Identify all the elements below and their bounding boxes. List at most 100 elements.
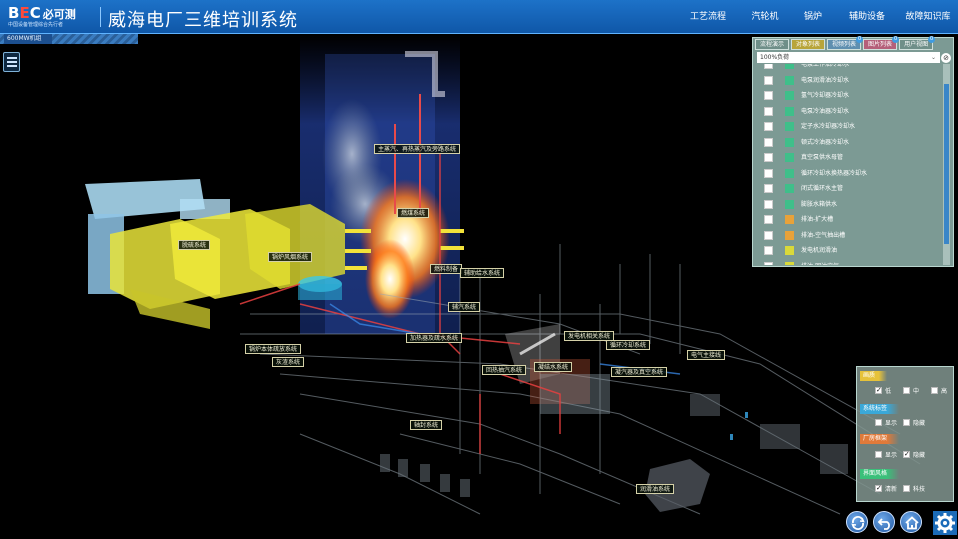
label-closed-cooling[interactable]: 循环冷却系统 bbox=[606, 340, 651, 350]
system-visibility-checkbox[interactable] bbox=[764, 230, 773, 240]
system-list-item[interactable]: 氢气冷却器冷却水 bbox=[757, 88, 943, 104]
settings-checkbox[interactable] bbox=[875, 419, 882, 426]
label-desulfur[interactable]: 脱硫系统 bbox=[178, 240, 211, 250]
system-visibility-checkbox[interactable] bbox=[764, 91, 773, 100]
settings-option-label: 清新 bbox=[885, 486, 898, 493]
tab-user-view[interactable]: 用户视图 0 bbox=[899, 36, 936, 50]
label-lube[interactable]: 润滑油系统 bbox=[636, 484, 675, 494]
label-fuel-prep[interactable]: 燃料制备 bbox=[430, 264, 463, 274]
label-extraction[interactable]: 回热抽汽系统 bbox=[482, 365, 527, 375]
settings-section-title: 画质 bbox=[860, 371, 888, 381]
nav-turbine[interactable]: 汽轮机 bbox=[740, 0, 790, 34]
system-list-item-label: 排油-扩大槽 bbox=[801, 216, 834, 223]
settings-toggle-button[interactable] bbox=[933, 511, 957, 535]
settings-option[interactable]: 低 bbox=[875, 385, 891, 397]
label-condensate[interactable]: 凝结水系统 bbox=[534, 362, 573, 372]
tab-video-list[interactable]: 视频列表 0 bbox=[827, 36, 864, 50]
nav-aux-equipment[interactable]: 辅助设备 bbox=[836, 0, 898, 34]
system-visibility-checkbox[interactable] bbox=[764, 215, 773, 224]
system-list-item[interactable]: 顿式冷油器冷却水 bbox=[757, 135, 943, 151]
label-aux-steam[interactable]: 辅汽系统 bbox=[448, 302, 481, 312]
settings-checkbox[interactable] bbox=[875, 451, 882, 458]
refresh-icon bbox=[851, 516, 865, 530]
settings-checkbox[interactable] bbox=[875, 483, 882, 493]
system-list-item[interactable]: 闭式循环水主管 bbox=[757, 181, 943, 197]
system-visibility-checkbox[interactable] bbox=[764, 137, 773, 147]
settings-option[interactable]: 科技 bbox=[903, 485, 925, 495]
settings-checkbox[interactable] bbox=[903, 449, 910, 459]
back-button[interactable] bbox=[873, 511, 895, 533]
system-visibility-checkbox[interactable] bbox=[764, 246, 773, 255]
system-list-item-label: 电泵工作油冷却水 bbox=[801, 64, 850, 68]
settings-option[interactable]: 中 bbox=[903, 387, 919, 397]
settings-option[interactable]: 清新 bbox=[875, 483, 898, 495]
system-list-item-label: 发电机润滑油 bbox=[801, 247, 838, 254]
system-visibility-checkbox[interactable] bbox=[764, 106, 773, 116]
label-boiler-drain[interactable]: 锅炉本体疏放系统 bbox=[245, 344, 302, 354]
settings-option-label: 显示 bbox=[885, 452, 898, 459]
system-list-item[interactable]: 膨胀水箱供水 bbox=[757, 197, 943, 213]
settings-checkbox[interactable] bbox=[903, 485, 910, 492]
system-color-swatch bbox=[785, 215, 794, 224]
nav-boiler[interactable]: 锅炉 bbox=[790, 0, 836, 34]
system-list-item[interactable]: 排油-空气抽出槽 bbox=[757, 228, 943, 244]
system-list-item[interactable]: 发电机润滑油 bbox=[757, 243, 943, 259]
settings-checkbox[interactable] bbox=[931, 387, 938, 394]
settings-checkbox[interactable] bbox=[903, 387, 910, 394]
system-visibility-checkbox[interactable] bbox=[764, 75, 773, 85]
home-button[interactable] bbox=[900, 511, 922, 533]
system-visibility-checkbox[interactable] bbox=[764, 261, 773, 265]
settings-checkbox[interactable] bbox=[903, 419, 910, 426]
system-visibility-checkbox[interactable] bbox=[764, 168, 773, 178]
tab-image-list[interactable]: 图片列表 0 bbox=[863, 36, 900, 50]
settings-option-label: 隐藏 bbox=[913, 420, 926, 427]
system-visibility-checkbox[interactable] bbox=[764, 184, 773, 193]
system-visibility-checkbox[interactable] bbox=[764, 64, 773, 69]
system-visibility-checkbox[interactable] bbox=[764, 153, 773, 162]
system-visibility-checkbox[interactable] bbox=[764, 199, 773, 209]
title-divider bbox=[100, 7, 101, 27]
system-list-item[interactable]: 排油-扩大槽 bbox=[757, 212, 943, 228]
system-list-item[interactable]: 循环冷却水换热器冷却水 bbox=[757, 166, 943, 182]
system-color-swatch bbox=[785, 91, 794, 100]
load-select[interactable]: 100%负荷 ⌄ bbox=[757, 52, 940, 63]
panel-tabs: 流程演示 对象列表 视频列表 0 图片列表 0 用户视图 0 bbox=[755, 36, 936, 50]
panel-close-button[interactable]: ⊘ bbox=[941, 53, 951, 63]
label-gland[interactable]: 轴封系统 bbox=[410, 420, 443, 430]
system-color-swatch bbox=[785, 230, 794, 240]
nav-fault-knowledge[interactable]: 故障知识库 bbox=[898, 0, 958, 34]
system-panel: 流程演示 对象列表 视频列表 0 图片列表 0 用户视图 0 100%负荷 ⌄ ⊘ 电… bbox=[752, 36, 954, 267]
reset-view-button[interactable] bbox=[846, 511, 868, 533]
system-list-item[interactable]: 电泵冷油器冷却水 bbox=[757, 104, 943, 120]
nav-process-flow[interactable]: 工艺流程 bbox=[676, 0, 740, 34]
system-list-item[interactable]: 电泵润滑油冷却水 bbox=[757, 73, 943, 89]
system-list-item-label: 排油-空气抽出槽 bbox=[801, 231, 846, 239]
settings-section-title: 系统标签 bbox=[860, 404, 900, 414]
system-list-scrollbar[interactable] bbox=[943, 64, 950, 265]
settings-checkbox[interactable] bbox=[875, 385, 882, 395]
label-vacuum[interactable]: 凝汽器及真空系统 bbox=[611, 367, 668, 377]
system-list-item[interactable]: 排油-回油空气 bbox=[757, 259, 943, 265]
settings-option-label: 隐藏 bbox=[913, 452, 926, 459]
system-list[interactable]: 电泵工作油冷却水电泵润滑油冷却水 氢气冷却器冷却水 电泵冷油器冷却水 定子水冷却器冷却… bbox=[757, 64, 943, 265]
label-ash[interactable]: 灰渣系统 bbox=[272, 357, 305, 367]
settings-option[interactable]: 隐藏 bbox=[903, 419, 925, 429]
video-count-badge: 0 bbox=[856, 36, 864, 43]
settings-option[interactable]: 显示 bbox=[875, 451, 897, 461]
system-list-item[interactable]: 真空泵供水母管 bbox=[757, 150, 943, 166]
label-main-steam[interactable]: 主蒸汽、再热蒸汽及旁路系统 bbox=[374, 144, 461, 154]
label-flue-gas[interactable]: 锅炉风烟系统 bbox=[268, 252, 313, 262]
label-feedwater[interactable]: 辅助给水系统 bbox=[460, 268, 505, 278]
settings-option[interactable]: 隐藏 bbox=[903, 449, 926, 461]
label-burner[interactable]: 燃煤系统 bbox=[397, 208, 430, 218]
settings-option[interactable]: 高 bbox=[931, 387, 947, 397]
system-list-item[interactable]: 定子水冷却器冷却水 bbox=[757, 119, 943, 135]
undo-icon bbox=[877, 518, 890, 530]
label-electrical[interactable]: 电气主接线 bbox=[687, 350, 726, 360]
app-title: 威海电厂三维培训系统 bbox=[108, 10, 298, 31]
label-heater-drain[interactable]: 加热器及疏水系统 bbox=[406, 333, 463, 343]
tab-process-demo[interactable]: 流程演示 bbox=[755, 39, 790, 50]
tab-object-list[interactable]: 对象列表 bbox=[791, 39, 826, 50]
system-visibility-checkbox[interactable] bbox=[764, 122, 773, 131]
settings-option[interactable]: 显示 bbox=[875, 419, 897, 429]
